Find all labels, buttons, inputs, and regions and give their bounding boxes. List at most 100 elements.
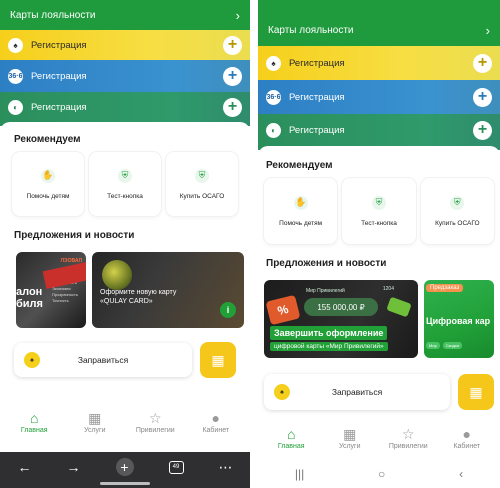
tab-privileges[interactable]: ☆ Привилегии bbox=[131, 410, 179, 434]
new-tab-plus-icon[interactable]: + bbox=[115, 458, 134, 476]
news-card-salon[interactable]: ЛЭОВАЛ алон биля Мобильность Экономия Пр… bbox=[16, 252, 86, 328]
right-screen: Карты лояльности › ♠ Регистрация + 36·6 … bbox=[258, 0, 500, 488]
shield-icon: ⛨ bbox=[118, 168, 132, 183]
qr-code-button[interactable]: ▦ bbox=[200, 342, 236, 378]
tile-buy-osago[interactable]: ⛨ Купить ОСАГО bbox=[166, 152, 238, 216]
tab-count-button[interactable]: 49 bbox=[168, 460, 184, 474]
pharmacy-366-logo-icon: 36·6 bbox=[266, 89, 281, 105]
tab-home[interactable]: ⌂ Главная bbox=[10, 410, 58, 434]
gesture-bar[interactable] bbox=[100, 482, 150, 485]
card-label: Регистрация bbox=[31, 70, 87, 82]
comparison-screenshot: Карты лояльности › ♠ Регистрация + 36·6 … bbox=[0, 0, 500, 488]
tab-label: Услуги bbox=[83, 427, 106, 434]
card-label: Регистрация bbox=[289, 57, 345, 69]
percent-decoration: % bbox=[265, 294, 301, 326]
tab-services[interactable]: ▦ Услуги bbox=[71, 410, 119, 434]
left-screen: Карты лояльности › ♠ Регистрация + 36·6 … bbox=[0, 0, 250, 488]
home-circle-icon[interactable]: ○ bbox=[378, 467, 385, 481]
person-icon: ● bbox=[211, 410, 220, 426]
tile-help-children[interactable]: ✋ Помочь детям bbox=[12, 152, 84, 216]
add-card-button[interactable]: + bbox=[223, 97, 242, 117]
loyalty-title: Карты лояльности bbox=[10, 9, 96, 21]
star-icon: ☆ bbox=[148, 410, 162, 426]
spade-logo-icon: ♠ bbox=[8, 37, 23, 53]
loyalty-cards-header[interactable]: Карты лояльности › bbox=[258, 0, 500, 46]
news-card-qulay[interactable]: Оформите новую карту «QULAY CARD» i bbox=[92, 252, 244, 328]
qr-icon: ▦ bbox=[469, 383, 483, 400]
news-line1: Завершить оформление bbox=[270, 326, 388, 340]
tab-services[interactable]: ▦ Услуги bbox=[326, 426, 374, 450]
card-number: 1204 bbox=[382, 286, 394, 292]
loyalty-card-2[interactable]: 36·6 Регистрация + bbox=[258, 80, 500, 114]
tag: Мир bbox=[426, 342, 440, 349]
card-decoration bbox=[386, 296, 412, 318]
tag: Скидки bbox=[442, 342, 462, 349]
shield-icon: ⛨ bbox=[371, 195, 386, 210]
hand-icon: ✋ bbox=[293, 195, 308, 210]
tile-label: Помочь детям bbox=[279, 219, 323, 227]
shield-icon: ⛨ bbox=[450, 195, 465, 210]
back-arrow-icon[interactable]: ← bbox=[18, 459, 32, 475]
news-card-mir[interactable]: % Мир Привилегий 1204 155 000,00 ₽ Завер… bbox=[264, 280, 418, 358]
tile-label: Купить ОСАГО bbox=[435, 219, 480, 227]
more-icon[interactable]: ⋯ bbox=[219, 459, 233, 476]
tile-test-button[interactable]: ⛨ Тест-кнопка bbox=[89, 152, 161, 216]
news-title: Предложения и новости bbox=[14, 230, 135, 241]
tab-label: Услуги bbox=[338, 443, 361, 450]
tile-label: Тест-кнопка bbox=[361, 219, 397, 227]
person-icon: ● bbox=[462, 426, 471, 442]
tile-buy-osago[interactable]: ⛨ Купить ОСАГО bbox=[420, 178, 494, 244]
refuel-button[interactable]: ♠ Заправиться bbox=[264, 374, 450, 410]
card-label: Регистрация bbox=[289, 124, 345, 136]
tile-test-button[interactable]: ⛨ Тест-кнопка bbox=[342, 178, 416, 244]
add-card-button[interactable]: + bbox=[223, 66, 242, 86]
news-carousel[interactable]: ЛЭОВАЛ алон биля Мобильность Экономия Пр… bbox=[0, 252, 250, 328]
news-line2: биля bbox=[16, 298, 43, 310]
card-art-decoration bbox=[102, 260, 132, 290]
tab-label: Кабинет bbox=[453, 443, 481, 450]
tab-home[interactable]: ⌂ Главная bbox=[267, 426, 315, 450]
add-card-button[interactable]: + bbox=[473, 120, 492, 140]
refuel-button[interactable]: ♠ Заправиться bbox=[14, 343, 192, 377]
news-amount: 155 000,00 ₽ bbox=[304, 298, 378, 316]
loyalty-card-1[interactable]: ♠ Регистрация + bbox=[0, 30, 250, 60]
tab-privileges[interactable]: ☆ Привилегии bbox=[384, 426, 432, 450]
loyalty-card-2[interactable]: 36·6 Регистрация + bbox=[0, 60, 250, 92]
card-label: Регистрация bbox=[31, 39, 87, 51]
loyalty-cards-header[interactable]: Карты лояльности › bbox=[0, 0, 250, 30]
add-card-button[interactable]: + bbox=[223, 35, 242, 55]
red-stripe-decoration bbox=[42, 260, 86, 290]
globe-logo-icon: ◐ bbox=[8, 99, 23, 115]
news-carousel[interactable]: % Мир Привилегий 1204 155 000,00 ₽ Завер… bbox=[258, 280, 500, 358]
loyalty-card-1[interactable]: ♠ Регистрация + bbox=[258, 46, 500, 80]
news-card-preorder[interactable]: Предзаказ Цифровая кар Мир Скидки bbox=[424, 280, 494, 358]
card-label: Регистрация bbox=[31, 101, 87, 113]
tile-label: Купить ОСАГО bbox=[179, 192, 225, 200]
tab-label: Главная bbox=[20, 427, 48, 434]
qr-code-button[interactable]: ▦ bbox=[458, 374, 494, 410]
card-label: Регистрация bbox=[289, 91, 345, 103]
back-chevron-icon[interactable]: ‹ bbox=[459, 467, 463, 481]
loyalty-card-3[interactable]: ◐ Регистрация + bbox=[0, 92, 250, 126]
chevron-right-icon: › bbox=[485, 22, 490, 38]
info-icon[interactable]: i bbox=[220, 302, 236, 318]
tile-label: Помочь детям bbox=[26, 192, 70, 200]
recommend-title: Рекомендуем bbox=[14, 134, 81, 145]
tab-label: Главная bbox=[277, 443, 305, 450]
grid-icon: ▦ bbox=[88, 410, 102, 426]
shield-icon: ⛨ bbox=[195, 168, 209, 183]
add-card-button[interactable]: + bbox=[473, 87, 492, 107]
loyalty-card-3[interactable]: ◐ Регистрация + bbox=[258, 114, 500, 150]
news-card-title: Оформите новую карту «QULAY CARD» bbox=[100, 289, 177, 305]
main-sheet: Рекомендуем ✋ Помочь детям ⛨ Тест-кнопка… bbox=[258, 146, 500, 410]
forward-arrow-icon[interactable]: → bbox=[67, 459, 81, 475]
loyalty-title: Карты лояльности bbox=[268, 24, 354, 36]
add-card-button[interactable]: + bbox=[473, 53, 492, 73]
tile-help-children[interactable]: ✋ Помочь детям bbox=[264, 178, 338, 244]
tab-cabinet[interactable]: ● Кабинет bbox=[443, 426, 491, 450]
refuel-row: ♠ Заправиться ▦ bbox=[258, 374, 500, 410]
bottom-tab-bar: ⌂ Главная ▦ Услуги ☆ Привилегии ● Кабине… bbox=[0, 410, 250, 434]
tab-cabinet[interactable]: ● Кабинет bbox=[192, 410, 240, 434]
system-navigation-bar: ||| ○ ‹ bbox=[258, 460, 500, 488]
recents-icon[interactable]: ||| bbox=[295, 467, 304, 481]
